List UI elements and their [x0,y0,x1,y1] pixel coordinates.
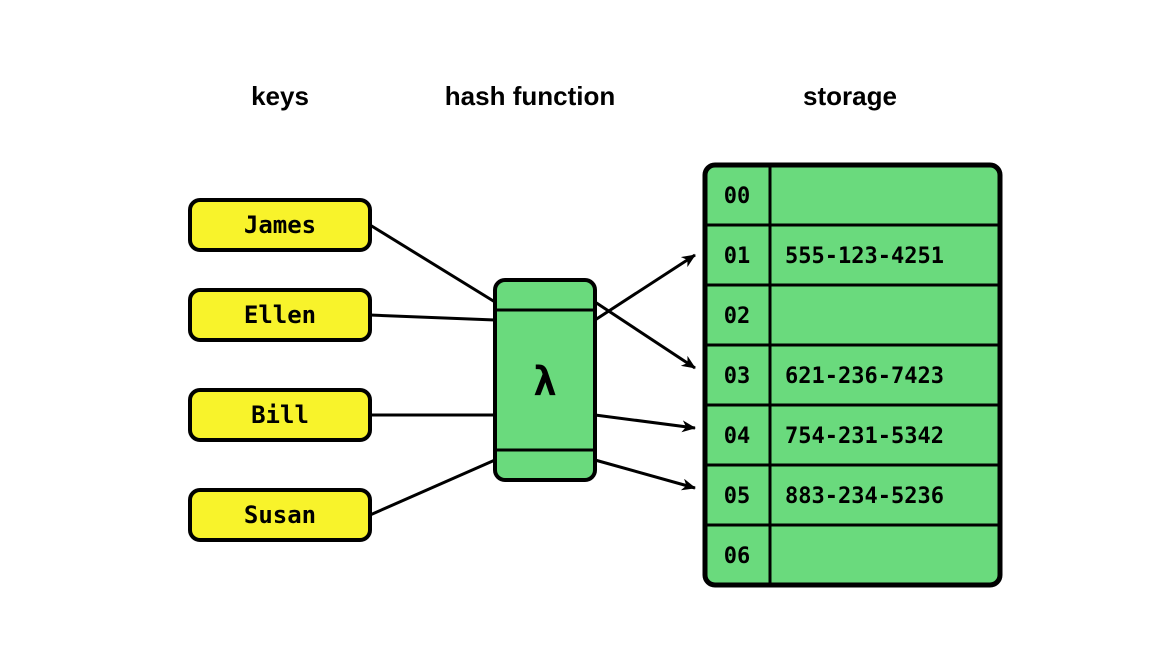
storage-value: 754-231-5342 [785,424,944,449]
storage-index: 01 [724,244,751,269]
storage-index: 00 [724,184,751,209]
hash-to-storage-arrows [595,255,695,488]
key-box: Ellen [190,290,370,340]
key-box: Susan [190,490,370,540]
line-key-0 [370,225,495,302]
keys-column: James Ellen Bill Susan [190,200,370,540]
key-label: Susan [244,501,316,529]
key-box: Bill [190,390,370,440]
line-key-1 [370,315,495,320]
lambda-symbol: λ [533,359,557,405]
arrow-to-slot-04 [595,415,695,428]
key-box: James [190,200,370,250]
heading-storage: storage [803,81,897,111]
line-key-3 [370,460,495,515]
hash-diagram: keys hash function storage James Ellen B… [0,0,1168,662]
heading-keys: keys [251,81,309,111]
heading-hash-function: hash function [445,81,615,111]
key-label: Ellen [244,301,316,329]
storage-value: 621-236-7423 [785,364,944,389]
storage-index: 05 [724,484,751,509]
key-label: James [244,211,316,239]
arrow-to-slot-05 [595,460,695,488]
key-label: Bill [251,401,309,429]
storage-value: 555-123-4251 [785,244,944,269]
storage-index: 04 [724,424,751,449]
storage-table: 00 01 555-123-4251 02 03 621-236-7423 04… [705,165,1000,585]
storage-index: 03 [724,364,751,389]
storage-index: 06 [724,544,751,569]
key-to-hash-lines [370,225,495,515]
arrow-to-slot-03 [595,302,695,368]
storage-value: 883-234-5236 [785,484,944,509]
storage-index: 02 [724,304,751,329]
hash-function-box: λ [495,280,595,480]
